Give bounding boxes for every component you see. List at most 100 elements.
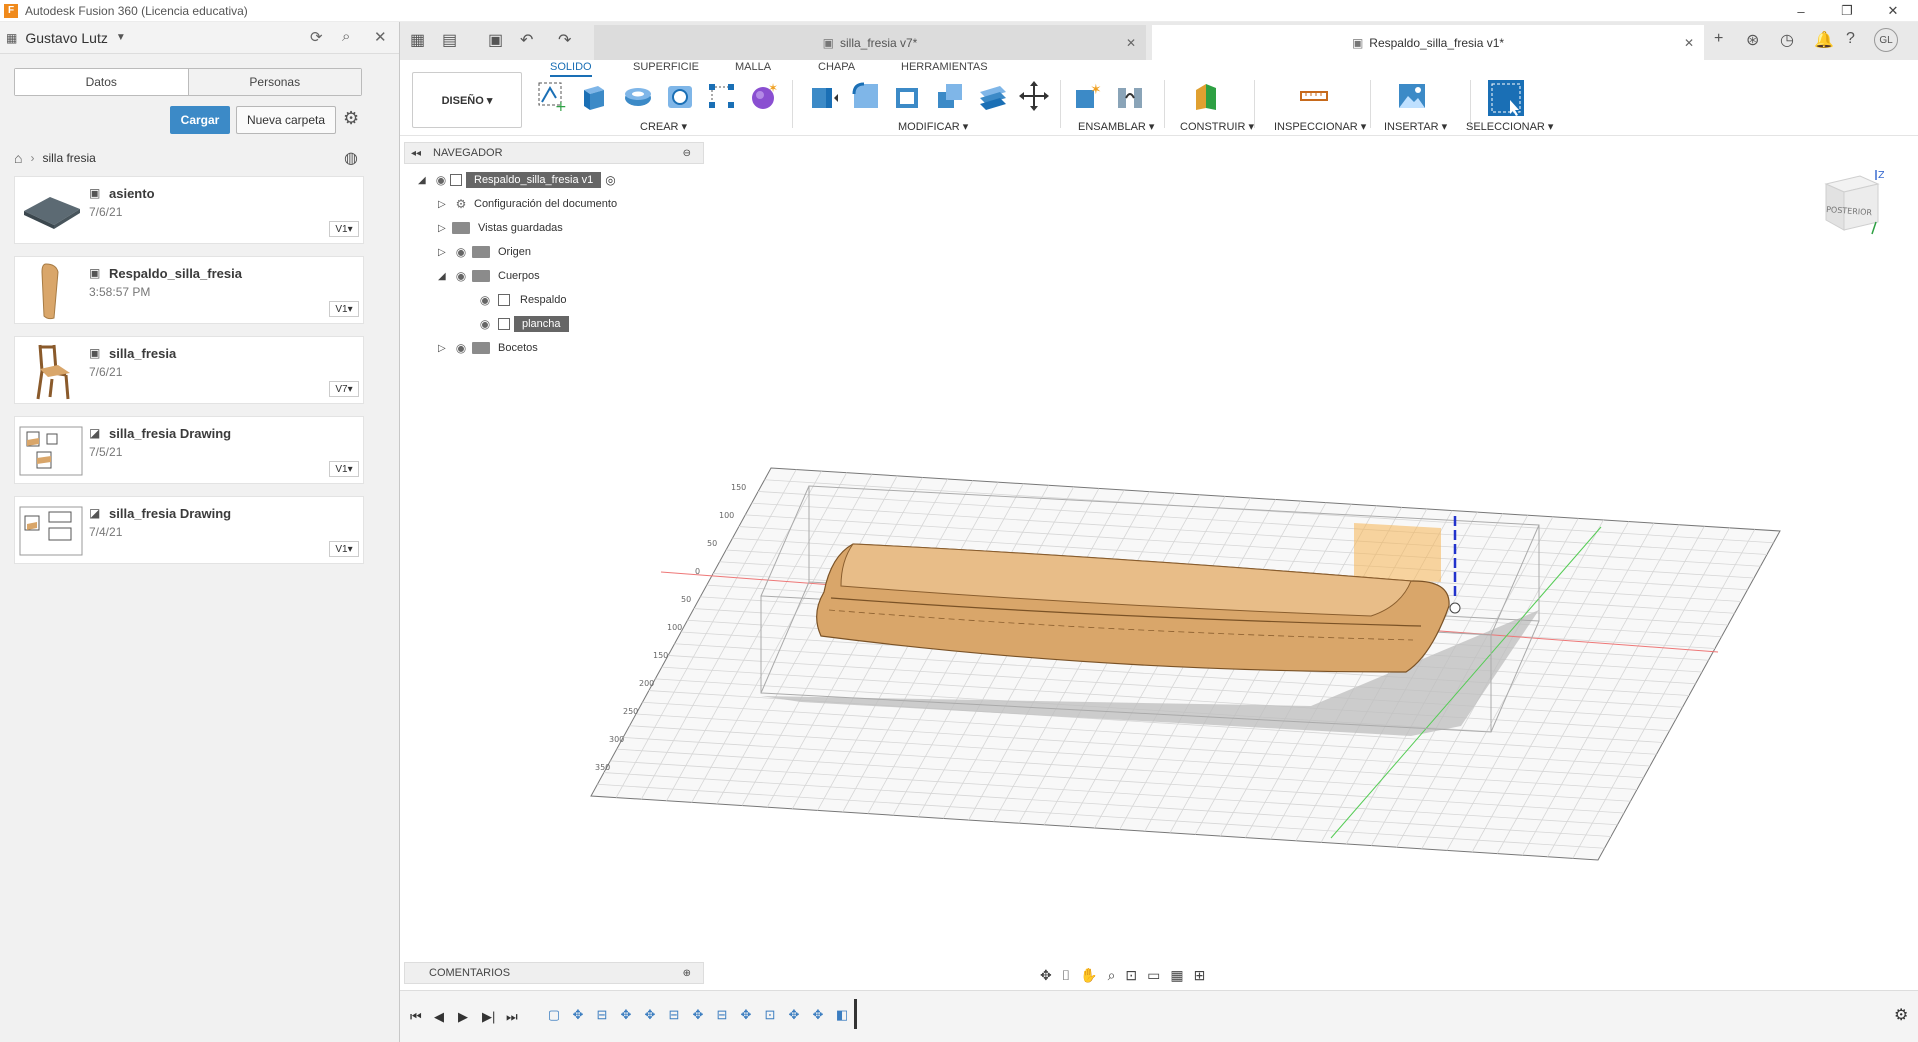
timeline-feature-icon[interactable]: ◧	[834, 1007, 850, 1023]
viewports-icon[interactable]: ⊞	[1194, 967, 1206, 984]
close-icon[interactable]: ✕	[374, 28, 387, 46]
expand-icon[interactable]: ▷	[438, 247, 452, 258]
tab-silla-fresia[interactable]: ▣ silla_fresia v7* ✕	[594, 25, 1146, 60]
visibility-icon[interactable]: ◉	[452, 245, 470, 259]
grid-settings-icon[interactable]: ▦	[1170, 967, 1183, 984]
redo-icon[interactable]: ↷	[558, 30, 571, 50]
3d-viewport[interactable]: 150 100 50 0 50 100 150 200 250 300 350	[401, 136, 1918, 986]
refresh-icon[interactable]: ⟳	[310, 28, 323, 46]
timeline-feature-icon[interactable]: ✥	[570, 1007, 586, 1023]
tab-malla[interactable]: MALLA	[735, 61, 771, 73]
sweep-icon[interactable]	[664, 80, 696, 112]
version-badge[interactable]: V1▾	[329, 301, 359, 317]
home-icon[interactable]: ⌂	[14, 150, 22, 166]
go-to-start-icon[interactable]: ⏮	[410, 1009, 422, 1025]
expand-icon[interactable]: ▷	[438, 343, 452, 354]
fillet-icon[interactable]	[850, 80, 882, 112]
go-to-end-icon[interactable]: ⏭	[506, 1009, 518, 1025]
expand-icon[interactable]: ▷	[438, 223, 452, 234]
group-ensamblar[interactable]: ENSAMBLAR ▾	[1078, 120, 1154, 133]
create-sketch-icon[interactable]: +	[536, 80, 568, 112]
shell-icon[interactable]	[892, 80, 924, 112]
version-badge[interactable]: V1▾	[329, 461, 359, 477]
revolve-icon[interactable]	[622, 80, 654, 112]
chevron-down-icon[interactable]: ▼	[116, 32, 126, 43]
close-button[interactable]: ✕	[1870, 0, 1916, 22]
visibility-icon[interactable]: ◉	[452, 269, 470, 283]
browser-item-origin[interactable]: ▷ ◉ Origen	[438, 242, 531, 262]
gear-icon[interactable]: ⚙	[1894, 1005, 1908, 1025]
browser-item-bodies[interactable]: ◢ ◉ Cuerpos	[438, 266, 540, 286]
move-icon[interactable]	[1018, 80, 1050, 112]
visibility-icon[interactable]: ◉	[476, 317, 494, 331]
close-tab-icon[interactable]: ✕	[1126, 36, 1136, 50]
extensions-icon[interactable]: ⊛	[1746, 30, 1759, 50]
viewcube[interactable]: POSTERIOR Z	[1820, 170, 1884, 236]
file-menu-icon[interactable]: ▤	[442, 30, 457, 50]
extrude-icon[interactable]	[578, 80, 610, 112]
globe-icon[interactable]: ◍	[344, 148, 358, 168]
minimize-button[interactable]: –	[1778, 0, 1824, 22]
combine-icon[interactable]	[934, 80, 966, 112]
offset-plane-icon[interactable]	[1190, 80, 1222, 112]
split-body-icon[interactable]	[976, 80, 1008, 112]
version-badge[interactable]: V1▾	[329, 541, 359, 557]
minimize-panel-icon[interactable]: ⊖	[683, 148, 691, 159]
file-card[interactable]: ▣ silla_fresia 7/6/21 V7▾	[14, 336, 364, 404]
insert-image-icon[interactable]	[1396, 80, 1428, 112]
upload-button[interactable]: Cargar	[170, 106, 230, 134]
timeline-feature-icon[interactable]: ⊟	[594, 1007, 610, 1023]
create-form-icon[interactable]: ✶	[748, 80, 780, 112]
browser-item-views[interactable]: ▷ Vistas guardadas	[438, 218, 563, 238]
timeline-feature-icon[interactable]: ⊡	[762, 1007, 778, 1023]
visibility-icon[interactable]: ◉	[452, 341, 470, 355]
user-name[interactable]: Gustavo Lutz	[25, 30, 108, 46]
tab-herramientas[interactable]: HERRAMIENTAS	[901, 61, 988, 73]
undo-icon[interactable]: ↶	[520, 30, 533, 50]
grid-menu-icon[interactable]: ▦	[6, 31, 17, 45]
tab-respaldo[interactable]: ▣ Respaldo_silla_fresia v1* ✕	[1152, 25, 1704, 60]
workspace-selector[interactable]: DISEÑO ▾	[412, 72, 522, 128]
timeline-feature-icon[interactable]: ⊟	[714, 1007, 730, 1023]
press-pull-icon[interactable]	[808, 80, 840, 112]
new-tab-icon[interactable]: +	[1714, 30, 1723, 48]
step-forward-icon[interactable]: ▶|	[482, 1009, 495, 1025]
browser-item-body-respaldo[interactable]: ◉ Respaldo	[476, 290, 567, 310]
version-badge[interactable]: V7▾	[329, 381, 359, 397]
timeline-marker[interactable]	[854, 999, 857, 1029]
activate-icon[interactable]: ◎	[605, 173, 615, 187]
save-icon[interactable]: ▣	[488, 30, 503, 50]
notifications-icon[interactable]: 🔔	[1814, 30, 1834, 50]
group-insertar[interactable]: INSERTAR ▾	[1384, 120, 1447, 133]
browser-item-body-plancha[interactable]: ◉ plancha	[476, 314, 569, 334]
collapse-icon[interactable]: ◂◂	[411, 148, 421, 159]
timeline-feature-icon[interactable]: ✥	[690, 1007, 706, 1023]
close-tab-icon[interactable]: ✕	[1684, 36, 1694, 50]
group-seleccionar[interactable]: SELECCIONAR ▾	[1466, 120, 1553, 133]
file-card[interactable]: ◪ silla_fresia Drawing 7/4/21 V1▾	[14, 496, 364, 564]
group-construir[interactable]: CONSTRUIR ▾	[1180, 120, 1254, 133]
select-icon[interactable]	[1486, 78, 1526, 118]
measure-icon[interactable]	[1298, 80, 1330, 112]
visibility-icon[interactable]: ◉	[432, 173, 450, 187]
play-icon[interactable]: ▶	[458, 1009, 468, 1025]
expand-icon[interactable]: ◢	[418, 175, 432, 186]
file-card[interactable]: ▣ asiento 7/6/21 V1▾	[14, 176, 364, 244]
look-at-icon[interactable]: ⌷	[1062, 967, 1070, 984]
new-folder-button[interactable]: Nueva carpeta	[236, 106, 336, 134]
visibility-icon[interactable]: ◉	[476, 293, 494, 307]
search-icon[interactable]: ⌕	[342, 28, 350, 45]
breadcrumb-folder[interactable]: silla fresia	[42, 151, 95, 165]
version-badge[interactable]: V1▾	[329, 221, 359, 237]
tab-personas[interactable]: Personas	[188, 69, 361, 95]
tab-superficie[interactable]: SUPERFICIE	[633, 61, 699, 73]
orbit-icon[interactable]: ✥	[1040, 967, 1052, 984]
fit-icon[interactable]: ⊡	[1125, 967, 1137, 984]
timeline-feature-icon[interactable]: ⊟	[666, 1007, 682, 1023]
add-comment-icon[interactable]: ⊕	[683, 968, 691, 979]
restore-button[interactable]: ❐	[1824, 0, 1870, 22]
display-settings-icon[interactable]: ▭	[1147, 967, 1160, 984]
pattern-icon[interactable]	[706, 80, 738, 112]
browser-item-sketches[interactable]: ▷ ◉ Bocetos	[438, 338, 538, 358]
group-modificar[interactable]: MODIFICAR ▾	[898, 120, 968, 133]
